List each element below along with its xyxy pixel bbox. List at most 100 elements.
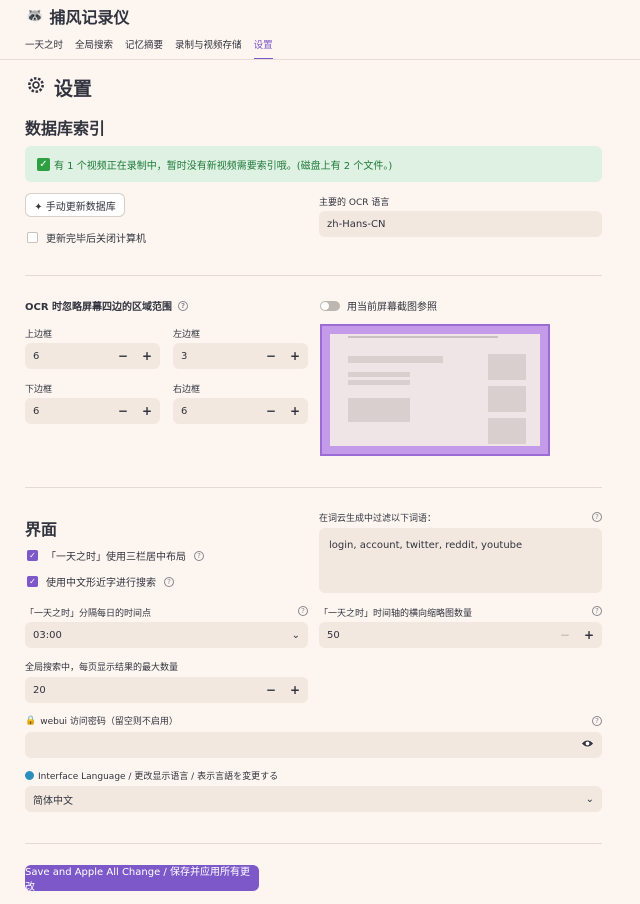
db-status-text: 有 1 个视频正在录制中，暂时没有新视频需要索引哦。(磁盘上有 2 个文件。) bbox=[54, 160, 393, 172]
preview-block bbox=[348, 372, 410, 377]
password-input[interactable] bbox=[25, 732, 602, 758]
ocr-margin-title-text: OCR 时忽略屏幕四边的区域范围 bbox=[25, 302, 173, 313]
tab-day[interactable]: 一天之时 bbox=[25, 38, 63, 60]
db-section-title: 数据库索引 bbox=[25, 119, 106, 138]
language-select[interactable]: 简体中文 ⌄ bbox=[25, 786, 602, 812]
decrement-button[interactable]: − bbox=[118, 404, 128, 418]
increment-button[interactable]: + bbox=[290, 683, 300, 697]
language-label-row: Interface Language / 更改显示语言 / 表示言語を変更する bbox=[25, 769, 278, 782]
decrement-button[interactable]: − bbox=[266, 349, 276, 363]
db-status-alert: ✓ 有 1 个视频正在录制中，暂时没有新视频需要索引哦。(磁盘上有 2 个文件。… bbox=[25, 146, 602, 182]
tab-summary[interactable]: 记忆摘要 bbox=[125, 38, 163, 60]
language-value: 简体中文 bbox=[33, 795, 73, 807]
app-title-text: 捕风记录仪 bbox=[49, 8, 130, 27]
screenshot-toggle[interactable] bbox=[320, 300, 340, 311]
globe-icon bbox=[25, 771, 34, 780]
preview-bar bbox=[348, 336, 498, 338]
help-icon[interactable]: ? bbox=[194, 550, 204, 561]
gear-icon bbox=[26, 75, 46, 100]
update-db-button[interactable]: ✦ 手动更新数据库 bbox=[25, 193, 125, 217]
help-icon[interactable]: ? bbox=[592, 716, 602, 726]
shutdown-checkbox-row[interactable]: 更新完毕后关闭计算机 bbox=[27, 230, 146, 245]
bottom-margin-value: 6 bbox=[33, 405, 40, 417]
preview-block bbox=[348, 380, 410, 385]
right-margin-stepper[interactable]: 6 − + bbox=[173, 398, 308, 424]
ocr-lang-select[interactable]: zh-Hans-CN bbox=[319, 211, 602, 237]
top-margin-stepper[interactable]: 6 − + bbox=[25, 343, 160, 369]
password-label-row: 🔒 webui 访问密码（留空则不启用） bbox=[25, 714, 178, 728]
max-results-stepper[interactable]: 20 − + bbox=[25, 677, 308, 703]
top-margin-value: 6 bbox=[33, 350, 40, 362]
left-margin-label: 左边框 bbox=[173, 330, 201, 340]
ocr-lang-label: 主要的 OCR 语言 bbox=[319, 198, 390, 208]
help-icon[interactable]: ? bbox=[592, 512, 602, 522]
preview-block bbox=[348, 398, 410, 422]
max-results-label: 全局搜索中，每页显示结果的最大数量 bbox=[25, 663, 179, 673]
wordcloud-filter-label: 在词云生成中过滤以下词语： bbox=[319, 514, 437, 524]
left-margin-stepper[interactable]: 3 − + bbox=[173, 343, 308, 369]
ocr-margin-title: OCR 时忽略屏幕四边的区域范围 ? bbox=[25, 298, 189, 313]
divider bbox=[25, 843, 602, 844]
thumb-count-stepper[interactable]: 50 − + bbox=[319, 622, 602, 648]
shutdown-label: 更新完毕后关闭计算机 bbox=[46, 234, 146, 245]
tab-recording[interactable]: 录制与视频存储 bbox=[175, 38, 242, 60]
decrement-button[interactable]: − bbox=[266, 683, 276, 697]
ui-section-title: 界面 bbox=[25, 520, 58, 539]
fuzzy-search-label: 使用中文形近字进行搜索 bbox=[46, 578, 156, 589]
page-title: 设置 bbox=[26, 74, 92, 101]
language-label: Interface Language / 更改显示语言 / 表示言語を変更する bbox=[38, 772, 279, 782]
ocr-lang-value: zh-Hans-CN bbox=[327, 218, 386, 230]
decrement-button[interactable]: − bbox=[560, 628, 570, 642]
raccoon-icon: 🦝 bbox=[26, 8, 44, 24]
save-all-button[interactable]: Save and Apple All Change / 保存并应用所有更改 bbox=[25, 865, 259, 893]
shutdown-checkbox[interactable] bbox=[27, 232, 38, 243]
password-label: webui 访问密码（留空则不启用） bbox=[40, 717, 178, 727]
right-margin-label: 右边框 bbox=[173, 385, 201, 395]
three-col-checkbox[interactable]: ✓ bbox=[27, 550, 38, 561]
wordcloud-filter-textarea[interactable]: login, account, twitter, reddit, youtube bbox=[319, 528, 602, 593]
increment-button[interactable]: + bbox=[290, 349, 300, 363]
eye-icon[interactable] bbox=[581, 739, 594, 751]
preview-block bbox=[488, 386, 526, 412]
decrement-button[interactable]: − bbox=[118, 349, 128, 363]
help-icon[interactable]: ? bbox=[178, 300, 189, 311]
app-title: 🦝 捕风记录仪 bbox=[26, 4, 129, 28]
divider bbox=[25, 487, 602, 488]
top-margin-label: 上边框 bbox=[25, 330, 53, 340]
screenshot-toggle-row[interactable]: 用当前屏幕截图参照 bbox=[320, 298, 437, 313]
preview-block bbox=[488, 354, 526, 380]
fuzzy-search-checkbox[interactable]: ✓ bbox=[27, 576, 38, 587]
decrement-button[interactable]: − bbox=[266, 404, 276, 418]
day-split-select[interactable]: 03:00 ⌄ bbox=[25, 622, 308, 648]
increment-button[interactable]: + bbox=[584, 628, 594, 642]
check-icon: ✓ bbox=[37, 157, 50, 171]
preview-block bbox=[488, 418, 526, 444]
tab-settings[interactable]: 设置 bbox=[253, 38, 273, 60]
increment-button[interactable]: + bbox=[142, 349, 152, 363]
fuzzy-search-checkbox-row[interactable]: ✓ 使用中文形近字进行搜索 ? bbox=[27, 574, 174, 589]
thumb-count-label: 「一天之时」时间轴的横向缩略图数量 bbox=[319, 609, 473, 619]
screenshot-toggle-label: 用当前屏幕截图参照 bbox=[347, 302, 437, 313]
increment-button[interactable]: + bbox=[142, 404, 152, 418]
day-split-label: 「一天之时」分隔每日的时间点 bbox=[25, 609, 152, 619]
bottom-margin-stepper[interactable]: 6 − + bbox=[25, 398, 160, 424]
page-title-text: 设置 bbox=[54, 78, 93, 100]
three-col-checkbox-row[interactable]: ✓ 「一天之时」使用三栏居中布局 ? bbox=[27, 548, 204, 563]
help-icon[interactable]: ? bbox=[164, 576, 174, 587]
max-results-value: 20 bbox=[33, 684, 46, 696]
tab-divider bbox=[0, 59, 640, 60]
ocr-margin-preview bbox=[320, 324, 550, 456]
help-icon[interactable]: ? bbox=[298, 606, 308, 616]
increment-button[interactable]: + bbox=[290, 404, 300, 418]
lock-icon: 🔒 bbox=[25, 715, 37, 726]
three-col-label: 「一天之时」使用三栏居中布局 bbox=[46, 552, 186, 563]
help-icon[interactable]: ? bbox=[592, 606, 602, 616]
right-margin-value: 6 bbox=[181, 405, 188, 417]
preview-screen bbox=[330, 334, 540, 446]
chevron-down-icon[interactable]: ⌄ bbox=[586, 794, 594, 805]
thumb-count-value: 50 bbox=[327, 629, 340, 641]
chevron-down-icon[interactable]: ⌄ bbox=[292, 630, 300, 641]
divider bbox=[25, 275, 602, 276]
tab-search[interactable]: 全局搜索 bbox=[75, 38, 113, 60]
day-split-value: 03:00 bbox=[33, 629, 62, 641]
